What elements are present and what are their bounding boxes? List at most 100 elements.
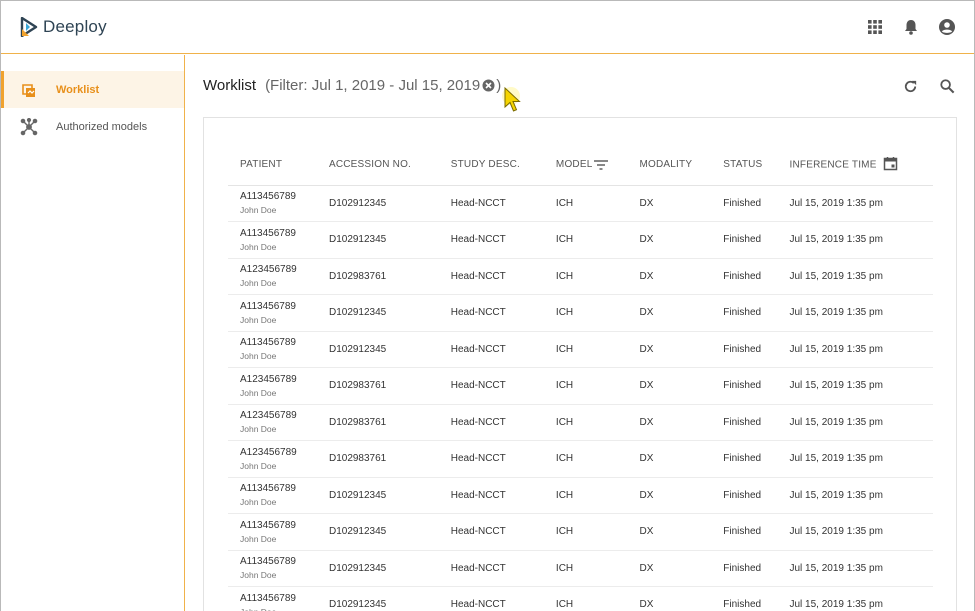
column-header-inference-time[interactable]: INFERENCE TIME xyxy=(777,145,933,186)
cell-accession: D102912345 xyxy=(316,477,439,514)
cell-inference-time: Jul 15, 2019 1:35 pm xyxy=(777,586,933,611)
sidebar-item-label: Authorized models xyxy=(56,120,148,133)
table-row[interactable]: A113456789 John Doe D102912345 Head-NCCT ICH… xyxy=(228,477,933,514)
cell-inference-time-value: Jul 15, 2019 1:35 pm xyxy=(789,270,883,282)
calendar-icon[interactable] xyxy=(883,156,898,171)
cell-patient-value: A113456789 xyxy=(240,337,296,349)
cell-accession: D102912345 xyxy=(316,586,439,611)
table-row[interactable]: A113456789 John Doe D102912345 Head-NCCT ICH… xyxy=(228,586,933,611)
cell-patient-value: A113456789 xyxy=(240,592,296,604)
cell-modality: DX xyxy=(627,404,712,441)
cell-model-value: ICH xyxy=(555,270,574,282)
refresh-icon[interactable] xyxy=(902,78,919,95)
top-bar: Deeploy xyxy=(1,1,974,54)
cell-accession-value: D102912345 xyxy=(328,197,387,209)
cell-study-value: Head-NCCT xyxy=(450,270,506,282)
cell-accession: D102912345 xyxy=(316,513,439,551)
cell-model-value: ICH xyxy=(555,343,574,355)
cell-model: ICH xyxy=(543,221,628,259)
cell-accession-value: D102983761 xyxy=(328,416,387,428)
cell-study-value: Head-NCCT xyxy=(450,343,506,355)
cell-patient: A123456789 John Doe xyxy=(228,440,317,478)
table-row[interactable]: A123456789 John Doe D102983761 Head-NCCT ICH… xyxy=(228,258,933,295)
cell-accession: D102912345 xyxy=(316,294,439,332)
table-row[interactable]: A113456789 John Doe D102912345 Head-NCCT ICH… xyxy=(228,185,933,222)
cell-status: Finished xyxy=(711,550,778,587)
table-row[interactable]: A123456789 John Doe D102983761 Head-NCCT ICH… xyxy=(228,440,933,478)
cell-accession-value: D102912345 xyxy=(328,489,387,501)
cell-status: Finished xyxy=(711,331,778,368)
table-row[interactable]: A113456789 John Doe D102912345 Head-NCCT ICH… xyxy=(228,294,933,332)
sidebar-item-authorized-models[interactable]: Authorized models xyxy=(1,108,184,145)
cell-patient: A113456789 John Doe xyxy=(228,185,317,222)
column-header-label: ACCESSION NO. xyxy=(328,159,412,171)
table-row[interactable]: A123456789 John Doe D102983761 Head-NCCT ICH… xyxy=(228,367,933,405)
account-icon[interactable] xyxy=(938,18,956,36)
cell-inference-time-value: Jul 15, 2019 1:35 pm xyxy=(789,307,883,319)
patient-name: John Doe xyxy=(240,387,277,398)
cell-status: Finished xyxy=(711,440,778,478)
deeploy-logo-icon xyxy=(20,17,38,37)
page-actions xyxy=(902,78,956,95)
clear-filter-icon[interactable] xyxy=(482,79,495,92)
cell-accession-value: D102912345 xyxy=(328,562,387,574)
cell-model: ICH xyxy=(543,440,628,478)
cell-patient: A113456789 John Doe xyxy=(228,294,317,332)
sidebar-item-worklist[interactable]: Worklist xyxy=(1,71,184,108)
cell-modality: DX xyxy=(627,440,712,478)
patient-name: John Doe xyxy=(240,241,277,252)
cell-status-value: Finished xyxy=(723,562,762,574)
cell-study: Head-NCCT xyxy=(438,221,544,259)
cell-inference-time: Jul 15, 2019 1:35 pm xyxy=(777,477,933,514)
cell-status: Finished xyxy=(711,221,778,259)
cell-model-value: ICH xyxy=(555,197,574,209)
cell-study-value: Head-NCCT xyxy=(450,489,506,501)
column-header-study[interactable]: STUDY DESC. xyxy=(438,145,544,186)
cell-patient-value: A113456789 xyxy=(240,483,296,495)
column-header-accession[interactable]: ACCESSION NO. xyxy=(316,145,439,186)
cell-model-value: ICH xyxy=(555,489,574,501)
cell-accession-value: D102983761 xyxy=(328,380,387,392)
cell-modality-value: DX xyxy=(639,489,654,501)
filter-list-icon[interactable] xyxy=(594,159,609,170)
cell-study: Head-NCCT xyxy=(438,550,544,587)
cell-accession-value: D102912345 xyxy=(328,526,387,538)
cell-modality: DX xyxy=(627,550,712,587)
table-row[interactable]: A123456789 John Doe D102983761 Head-NCCT ICH… xyxy=(228,404,933,441)
app-logo[interactable]: Deeploy xyxy=(20,17,107,37)
worklist-card: PATIENT ACCESSION NO. STUDY DESC. MODEL … xyxy=(203,117,957,611)
cell-status: Finished xyxy=(711,367,778,405)
cell-model: ICH xyxy=(543,331,628,368)
cell-accession-value: D102983761 xyxy=(328,453,387,465)
column-header-patient[interactable]: PATIENT xyxy=(228,145,317,186)
cell-inference-time: Jul 15, 2019 1:35 pm xyxy=(777,367,933,405)
cell-accession-value: D102912345 xyxy=(328,599,387,611)
cell-inference-time: Jul 15, 2019 1:35 pm xyxy=(777,550,933,587)
column-header-modality[interactable]: MODALITY xyxy=(627,145,712,186)
column-header-status[interactable]: STATUS xyxy=(711,145,778,186)
cell-inference-time-value: Jul 15, 2019 1:35 pm xyxy=(789,380,883,392)
column-header-model[interactable]: MODEL xyxy=(543,145,628,186)
table-row[interactable]: A113456789 John Doe D102912345 Head-NCCT ICH… xyxy=(228,221,933,259)
cell-patient-value: A113456789 xyxy=(240,519,296,531)
models-network-icon xyxy=(20,117,38,135)
cell-inference-time: Jul 15, 2019 1:35 pm xyxy=(777,404,933,441)
column-header-label: INFERENCE TIME xyxy=(789,159,877,171)
table-row[interactable]: A113456789 John Doe D102912345 Head-NCCT ICH… xyxy=(228,331,933,368)
search-icon[interactable] xyxy=(939,78,956,95)
cell-modality: DX xyxy=(627,367,712,405)
cell-modality-value: DX xyxy=(639,380,654,392)
cell-modality-value: DX xyxy=(639,197,654,209)
cell-study: Head-NCCT xyxy=(438,404,544,441)
cell-status: Finished xyxy=(711,513,778,551)
table-row[interactable]: A113456789 John Doe D102912345 Head-NCCT ICH… xyxy=(228,513,933,551)
bell-icon[interactable] xyxy=(902,18,920,36)
cell-patient-value: A123456789 xyxy=(240,446,297,458)
cell-model: ICH xyxy=(543,477,628,514)
table-row[interactable]: A113456789 John Doe D102912345 Head-NCCT ICH… xyxy=(228,550,933,587)
cell-accession-value: D102912345 xyxy=(328,307,387,319)
page-header: Worklist (Filter: Jul 1, 2019 - Jul 15, … xyxy=(203,77,501,94)
apps-grid-icon[interactable] xyxy=(866,18,884,36)
cell-inference-time-value: Jul 15, 2019 1:35 pm xyxy=(789,489,883,501)
cell-model: ICH xyxy=(543,586,628,611)
